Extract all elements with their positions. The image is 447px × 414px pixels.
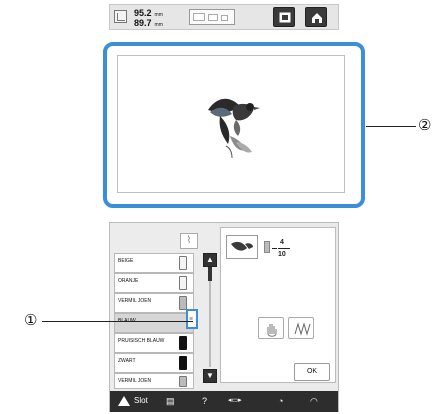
spool-icon: [179, 376, 187, 387]
thread-name: ORANJE: [118, 278, 139, 284]
height-value: 89.7: [134, 18, 152, 28]
scrollbar-track[interactable]: [209, 267, 211, 367]
thread-item[interactable]: VERMIL JOEN: [114, 293, 194, 313]
width-value: 95.2: [134, 8, 152, 18]
embroidery-preview: [117, 55, 345, 193]
scroll-down-icon: ▼: [206, 371, 214, 380]
help-icon[interactable]: ?: [202, 396, 207, 406]
thread-name: VERMIL JOEN: [118, 298, 152, 304]
hand-button[interactable]: [258, 317, 284, 339]
callout-2-marker: ②: [418, 117, 432, 134]
callout-1-marker: ①: [24, 312, 38, 329]
home-icon: [312, 13, 322, 23]
height-readout: 89.7 mm: [134, 18, 163, 30]
home-button[interactable]: [305, 7, 327, 27]
current-color-preview: [226, 235, 258, 259]
hand-icon: [267, 324, 277, 337]
ok-button[interactable]: OK: [294, 363, 330, 381]
spool-icon: [179, 296, 187, 310]
thread-name: ZWART: [118, 358, 136, 364]
scroll-up-button[interactable]: ▲: [203, 253, 217, 267]
thread-list-top-button[interactable]: ⌇: [180, 233, 198, 249]
embroidery-frame-icon: [279, 12, 291, 23]
status-bar: Slot ▤ ? ◂▭▸ ◔ ◠: [110, 391, 338, 412]
thread-item[interactable]: BEIGE: [114, 253, 194, 273]
thread-item[interactable]: ORANJE: [114, 273, 194, 293]
scroll-up-icon: ▲: [206, 255, 214, 264]
color-count-current: 4: [280, 239, 284, 246]
presser-foot-icon: ⌇: [186, 235, 192, 246]
spool-icon: [179, 336, 187, 350]
thread-name: BEIGE: [118, 258, 134, 264]
thread-color-screen: ⌇ BEIGE ORANJE VERMIL JOEN BLAUW PRUISIS…: [109, 222, 339, 412]
counter-fraction-line: [278, 248, 290, 249]
thread-name: VERMIL JOEN: [118, 378, 152, 384]
stitch-button[interactable]: [288, 317, 314, 339]
document-icon[interactable]: ▤: [166, 396, 175, 406]
tension-icon[interactable]: ◂▭▸: [228, 396, 242, 406]
spool-icon: [179, 356, 187, 370]
counter-dash: [272, 248, 277, 249]
size-icon: [114, 10, 127, 23]
count-spool-icon: [264, 241, 270, 253]
selected-thread-marker[interactable]: ≋: [186, 309, 198, 329]
hoop-icon: [193, 13, 205, 21]
thread-item[interactable]: VERMIL JOEN: [114, 373, 194, 389]
stitch-icon: [294, 322, 311, 336]
spool-icon: [179, 276, 187, 290]
bird-thumbnail-icon: [231, 241, 253, 251]
thread-item-selected[interactable]: BLAUW: [114, 313, 194, 333]
callout-1-line: [42, 321, 193, 322]
bird-embroidery-image: [208, 98, 260, 159]
top-status-bar: 95.2 mm 89.7 mm: [109, 4, 339, 30]
warning-icon[interactable]: [118, 396, 130, 406]
scrollbar-thumb[interactable]: [208, 267, 212, 281]
height-unit: mm: [154, 22, 163, 28]
spool-icon: [179, 256, 187, 270]
embroidery-mode-button[interactable]: [273, 7, 295, 27]
hoop-size-button[interactable]: [189, 9, 235, 25]
color-count-total: 10: [278, 251, 286, 258]
slot-label: Slot: [134, 396, 148, 405]
thread-name: PRUISISCH BLAUW: [118, 338, 165, 344]
scroll-down-button[interactable]: ▼: [203, 369, 217, 383]
thread-item[interactable]: PRUISISCH BLAUW: [114, 333, 194, 353]
wifi-icon[interactable]: ◠: [310, 396, 318, 406]
thread-item[interactable]: ZWART: [114, 353, 194, 373]
callout-2-line: [366, 126, 416, 127]
clock-icon[interactable]: ◔: [278, 396, 283, 406]
